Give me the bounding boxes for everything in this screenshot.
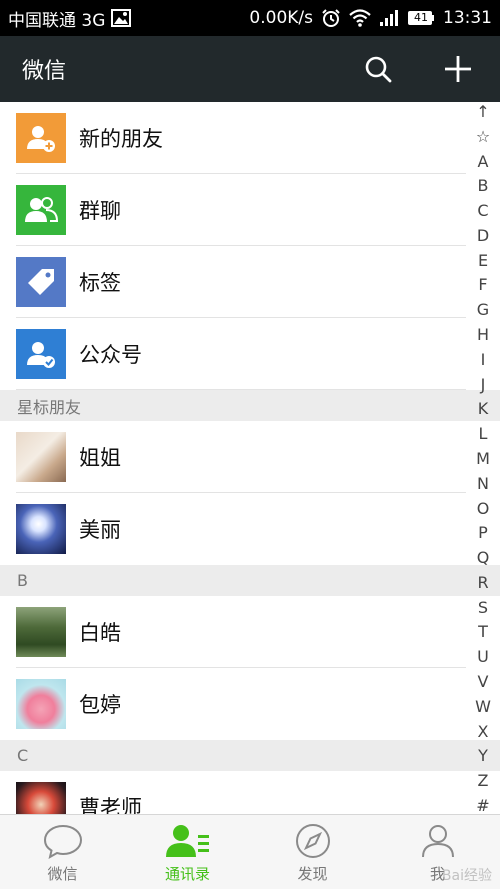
index-letter[interactable]: Y xyxy=(478,748,488,764)
tab-label: 发现 xyxy=(297,865,328,883)
clock: 13:31 xyxy=(443,8,492,28)
alphabet-index[interactable]: ↑ ☆ A B C D E F G H I J K L M N O P Q R … xyxy=(472,102,494,814)
plus-icon xyxy=(444,55,472,83)
index-letter[interactable]: I xyxy=(481,351,486,368)
contact-row[interactable]: 曹老师 xyxy=(0,771,500,814)
contact-list[interactable]: 新的朋友 群聊 标签 公众号 星标朋友 姐姐 美丽 B 白皓 包婷 C 曹老师 xyxy=(0,102,500,814)
index-letter[interactable]: # xyxy=(476,797,489,814)
compass-icon xyxy=(295,823,331,859)
tab-label: 微信 xyxy=(47,865,78,883)
section-header: 星标朋友 xyxy=(0,390,500,421)
person-icon xyxy=(420,823,456,859)
group-chat-icon xyxy=(16,185,66,235)
index-letter[interactable]: ☆ xyxy=(476,128,490,145)
tab-contacts[interactable]: 通讯录 xyxy=(125,815,250,889)
title-bar: 微信 xyxy=(0,36,500,102)
watermark: Bai经验 xyxy=(441,868,492,884)
contact-row[interactable]: 白皓 xyxy=(0,596,500,668)
avatar xyxy=(16,607,66,657)
index-letter[interactable]: L xyxy=(479,426,488,442)
index-letter[interactable]: R xyxy=(477,574,488,591)
carrier-label: 中国联通 3G xyxy=(8,10,106,31)
index-letter[interactable]: U xyxy=(477,649,489,665)
tab-label: 通讯录 xyxy=(164,865,210,883)
contact-name: 美丽 xyxy=(79,518,121,542)
tab-bar: 微信 通讯录 发现 我 Bai经验 xyxy=(0,814,500,889)
index-letter[interactable]: P xyxy=(478,525,488,541)
index-letter[interactable]: E xyxy=(478,252,488,269)
group-chat-row[interactable]: 群聊 xyxy=(0,174,500,246)
index-letter[interactable]: S xyxy=(478,599,488,616)
section-header: B xyxy=(0,565,500,596)
add-friend-icon xyxy=(16,113,66,163)
add-button[interactable] xyxy=(438,49,478,89)
chat-bubble-icon xyxy=(43,823,83,859)
index-letter[interactable]: M xyxy=(476,450,490,467)
avatar xyxy=(16,432,66,482)
new-friends-row[interactable]: 新的朋友 xyxy=(0,102,500,174)
function-label: 群聊 xyxy=(79,199,121,223)
contacts-icon xyxy=(165,823,211,859)
tab-discover[interactable]: 发现 xyxy=(250,815,375,889)
contact-row[interactable]: 包婷 xyxy=(0,668,500,740)
page-title: 微信 xyxy=(22,59,67,84)
tab-chats[interactable]: 微信 xyxy=(0,815,125,889)
battery-level: 41 xyxy=(414,11,428,24)
index-letter[interactable]: G xyxy=(477,302,489,318)
index-letter[interactable]: X xyxy=(478,723,489,740)
index-letter[interactable]: F xyxy=(478,277,487,293)
index-letter[interactable]: D xyxy=(477,227,489,244)
index-letter[interactable]: O xyxy=(477,500,490,517)
index-letter[interactable]: A xyxy=(478,153,489,170)
index-letter[interactable]: N xyxy=(477,475,489,492)
contact-row[interactable]: 姐姐 xyxy=(0,421,500,493)
index-letter[interactable]: V xyxy=(478,673,489,690)
contact-name: 包婷 xyxy=(79,693,121,717)
index-letter[interactable]: C xyxy=(477,203,488,219)
wifi-icon xyxy=(349,9,371,27)
contact-name: 白皓 xyxy=(79,621,121,645)
index-letter[interactable]: T xyxy=(478,624,488,640)
contact-name: 曹老师 xyxy=(79,796,142,814)
alarm-icon xyxy=(321,8,341,28)
contact-row[interactable]: 美丽 xyxy=(0,493,500,565)
contact-name: 姐姐 xyxy=(79,446,121,470)
index-letter[interactable]: Q xyxy=(477,550,490,566)
signal-icon xyxy=(379,9,399,27)
search-icon xyxy=(364,55,392,83)
function-label: 新的朋友 xyxy=(79,127,163,151)
official-account-icon xyxy=(16,329,66,379)
official-accounts-row[interactable]: 公众号 xyxy=(0,318,500,390)
tags-row[interactable]: 标签 xyxy=(0,246,500,318)
battery-icon: 41 xyxy=(407,10,435,26)
tag-icon xyxy=(16,257,66,307)
status-bar: 中国联通 3G 0.00K/s 41 13:31 xyxy=(0,0,500,36)
index-letter[interactable]: K xyxy=(478,401,489,417)
avatar xyxy=(16,504,66,554)
avatar xyxy=(16,679,66,729)
index-letter[interactable]: Z xyxy=(478,773,489,789)
index-letter[interactable]: H xyxy=(477,327,489,343)
index-letter[interactable]: J xyxy=(481,376,486,393)
index-letter[interactable]: W xyxy=(475,698,491,715)
network-speed: 0.00K/s xyxy=(249,8,313,28)
search-button[interactable] xyxy=(358,49,398,89)
avatar xyxy=(16,782,66,814)
section-header: C xyxy=(0,740,500,771)
index-letter[interactable]: ↑ xyxy=(476,104,489,120)
index-letter[interactable]: B xyxy=(478,178,489,194)
image-icon xyxy=(111,9,132,27)
function-label: 公众号 xyxy=(79,343,142,367)
function-label: 标签 xyxy=(79,271,121,295)
